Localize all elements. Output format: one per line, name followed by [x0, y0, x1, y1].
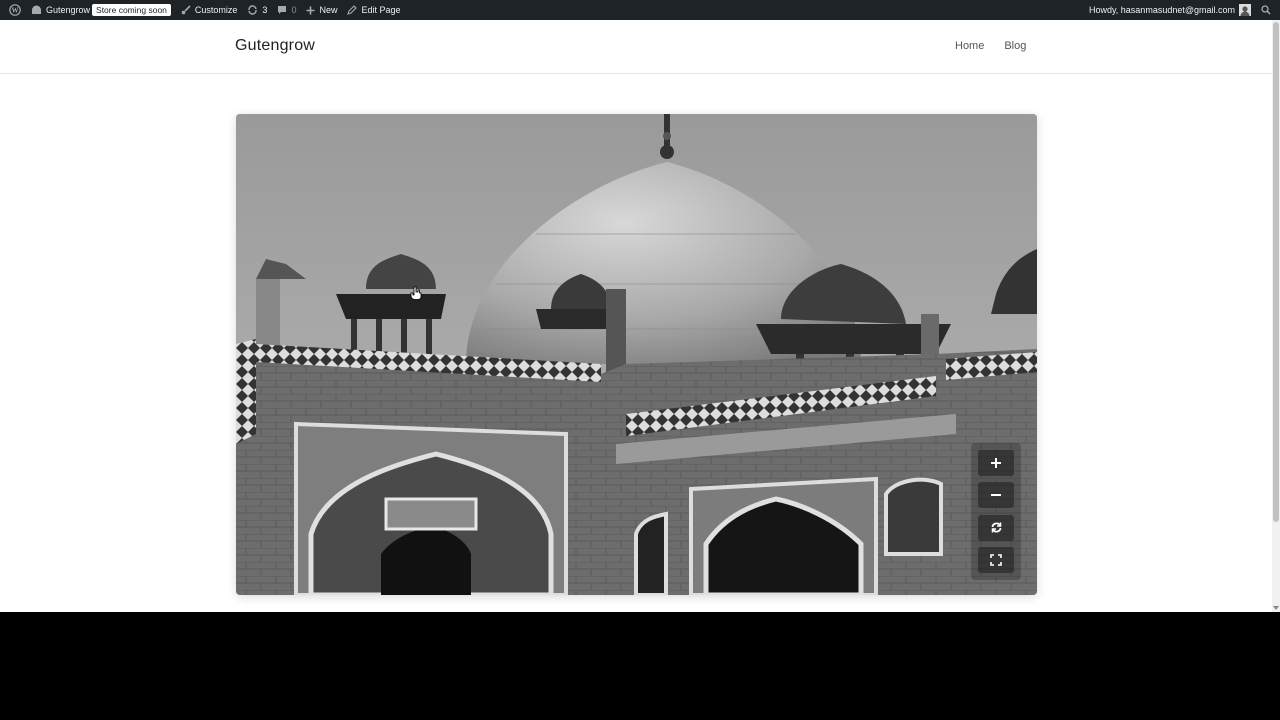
reset-zoom-button[interactable] [978, 514, 1014, 541]
updates-link[interactable]: 3 [242, 0, 272, 20]
letterbox-bar [0, 612, 1280, 720]
paintbrush-icon [181, 5, 191, 15]
page-scrollbar[interactable] [1272, 20, 1280, 612]
comments-link[interactable]: 0 [272, 0, 301, 20]
my-account-menu[interactable]: Howdy, hasanmasudnet@gmail.com [1084, 0, 1256, 20]
zoom-controls [971, 443, 1021, 580]
hand-cursor-icon [410, 286, 422, 300]
howdy-label: Howdy, hasanmasudnet@gmail.com [1088, 5, 1235, 15]
updates-icon [247, 5, 258, 15]
fullscreen-button[interactable] [978, 546, 1014, 573]
plus-icon [991, 458, 1001, 469]
site-name-menu[interactable]: Gutengrow Store coming soon [26, 0, 176, 20]
edit-page-link[interactable]: Edit Page [342, 0, 405, 20]
admin-bar: W Gutengrow Store coming soon Customize … [0, 0, 1280, 20]
pencil-icon [347, 5, 358, 15]
scrollbar-thumb[interactable] [1273, 22, 1279, 522]
comments-count: 0 [291, 5, 297, 15]
plus-icon [306, 6, 315, 15]
refresh-icon [991, 522, 1001, 533]
svg-text:W: W [12, 7, 19, 15]
monument-photo [236, 114, 1037, 595]
search-icon [1261, 5, 1271, 15]
store-coming-soon-badge[interactable]: Store coming soon [92, 4, 171, 16]
scroll-down-arrow-icon[interactable] [1273, 606, 1279, 610]
new-label: New [319, 5, 338, 15]
fullscreen-icon [990, 554, 1002, 566]
site-name-label: Gutengrow [46, 5, 91, 15]
comment-bubble-icon [277, 5, 287, 15]
wordpress-logo-menu[interactable]: W [4, 0, 26, 20]
home-dashboard-icon [31, 5, 42, 15]
image-zoom-viewer[interactable] [236, 114, 1037, 595]
updates-count: 3 [262, 5, 268, 15]
new-content-menu[interactable]: New [301, 0, 342, 20]
minus-icon [991, 494, 1001, 497]
zoom-in-button[interactable] [978, 450, 1014, 477]
site-header: Gutengrow Home Blog [0, 20, 1272, 74]
edit-page-label: Edit Page [361, 5, 401, 15]
customize-link[interactable]: Customize [176, 0, 243, 20]
zoom-out-button[interactable] [978, 482, 1014, 509]
customize-label: Customize [194, 5, 238, 15]
admin-search-button[interactable] [1256, 0, 1276, 20]
wordpress-icon: W [9, 4, 21, 16]
nav-item-home[interactable]: Home [955, 40, 984, 52]
avatar [1239, 4, 1251, 16]
nav-item-blog[interactable]: Blog [1004, 40, 1026, 52]
page-content: Gutengrow Home Blog [0, 20, 1272, 612]
primary-navigation: Home Blog [955, 40, 1026, 52]
site-title[interactable]: Gutengrow [235, 37, 315, 55]
